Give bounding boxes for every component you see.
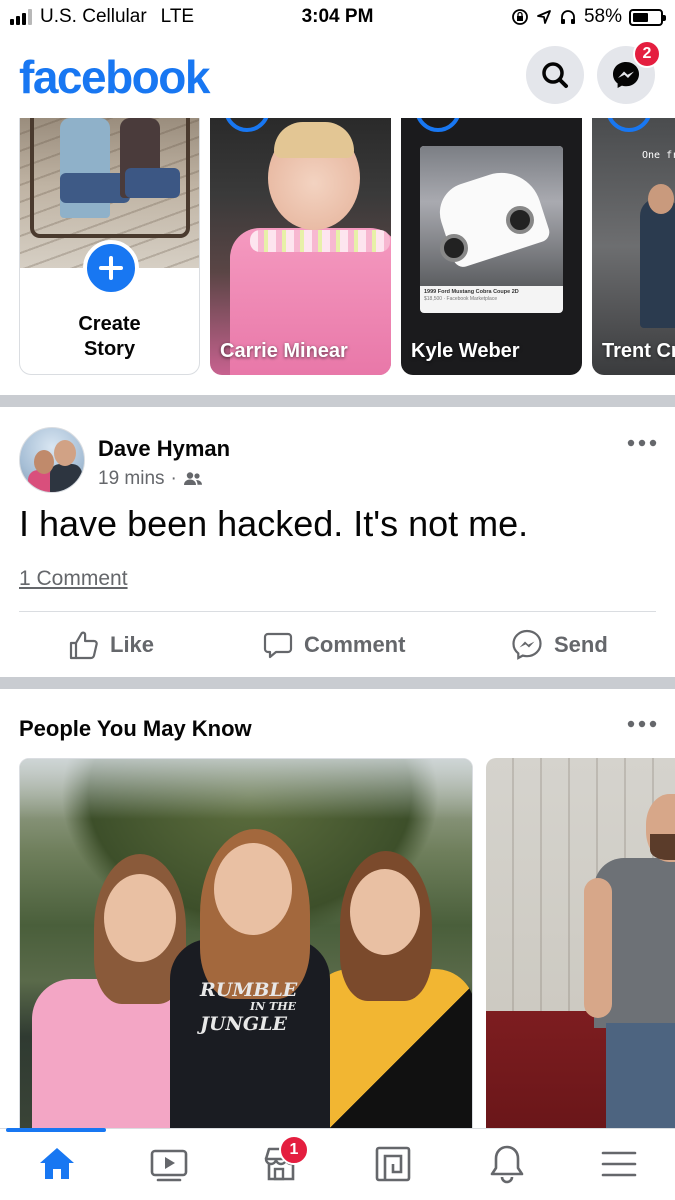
headphones-icon xyxy=(560,10,575,24)
comment-button[interactable]: Comment xyxy=(262,627,405,663)
story-avatar-ring xyxy=(224,118,270,132)
battery-icon xyxy=(629,8,666,26)
pymk-more-button[interactable] xyxy=(627,716,657,734)
shirt-text: JUNGLE xyxy=(200,1013,287,1035)
battery-percent: 58% xyxy=(583,6,622,27)
tab-marketplace[interactable]: 1 xyxy=(251,1135,311,1189)
location-icon xyxy=(537,10,551,24)
create-story-plus-icon[interactable] xyxy=(83,240,139,296)
create-story-card[interactable]: Create Story xyxy=(19,118,200,375)
post-time[interactable]: 19 mins xyxy=(98,468,165,490)
more-icon xyxy=(627,720,657,728)
story-card[interactable]: Carrie Minear xyxy=(210,118,391,375)
post-meta: 19 mins · xyxy=(98,468,203,490)
pymk-title: People You May Know xyxy=(19,716,252,741)
story-avatar-ring xyxy=(415,118,461,132)
stories-tray: Create Story Carrie Minear 1999 Ford Mus… xyxy=(0,118,675,394)
post-author[interactable]: Dave Hyman xyxy=(98,436,230,462)
watch-icon xyxy=(150,1149,188,1182)
like-button[interactable]: Like xyxy=(68,627,154,663)
marketplace-badge: 1 xyxy=(279,1135,309,1165)
story-name: Trent Cr xyxy=(602,340,675,362)
search-button[interactable] xyxy=(526,46,584,104)
messenger-button[interactable]: 2 xyxy=(597,40,661,104)
pages-icon xyxy=(375,1146,411,1182)
tab-pages[interactable] xyxy=(363,1139,423,1189)
feed-post: Dave Hyman 19 mins · I have been hacked.… xyxy=(0,407,675,677)
battery-fill xyxy=(633,12,649,22)
post-separator xyxy=(19,611,656,612)
more-icon xyxy=(627,439,657,447)
create-story-text: Create Story xyxy=(78,313,141,360)
shirt-print: RUMBLE IN THE JUNGLE xyxy=(200,979,297,1035)
story-card[interactable]: 1999 Ford Mustang Cobra Coupe 2D $18,500… xyxy=(401,118,582,375)
listing-title: 1999 Ford Mustang Cobra Coupe 2D xyxy=(424,289,519,295)
tab-notifications[interactable] xyxy=(477,1139,537,1189)
friends-icon xyxy=(183,472,202,485)
like-label: Like xyxy=(110,632,155,657)
meta-separator: · xyxy=(170,468,177,489)
story-name: Kyle Weber xyxy=(411,340,520,362)
tab-home[interactable] xyxy=(27,1139,87,1189)
feed-divider xyxy=(0,677,675,689)
comments-link[interactable]: 1 Comment xyxy=(19,567,128,591)
shirt-text: RUMBLE xyxy=(200,979,298,1001)
search-icon xyxy=(542,62,568,88)
story-card[interactable]: One fr Trent Cr xyxy=(592,118,675,375)
pymk-card[interactable] xyxy=(486,758,675,1130)
story-name: Carrie Minear xyxy=(220,340,348,362)
status-right: 58% xyxy=(511,6,666,28)
feed-divider xyxy=(0,395,675,407)
tab-menu[interactable] xyxy=(589,1139,649,1189)
status-bar: U.S. Cellular LTE 3:04 PM 58% xyxy=(0,0,675,36)
shirt-text: IN THE xyxy=(250,1000,296,1013)
send-button[interactable]: Send xyxy=(510,627,608,663)
messenger-icon xyxy=(512,629,542,660)
listing-price: $18,500 · Facebook Marketplace xyxy=(424,296,498,302)
post-text: I have been hacked. It's not me. xyxy=(19,503,529,544)
comment-label: Comment xyxy=(304,632,406,657)
home-icon xyxy=(40,1148,74,1179)
pymk-card[interactable]: RUMBLE IN THE JUNGLE xyxy=(19,758,473,1130)
post-more-button[interactable] xyxy=(627,435,657,453)
comment-icon xyxy=(263,632,293,659)
story-overlay-text: One fr xyxy=(642,150,675,161)
messenger-badge: 2 xyxy=(633,40,661,68)
notifications-icon xyxy=(490,1145,524,1184)
app-header: facebook 2 xyxy=(0,36,675,118)
menu-icon xyxy=(601,1151,637,1177)
like-icon xyxy=(69,631,98,660)
marketplace-share-card: 1999 Ford Mustang Cobra Coupe 2D $18,500… xyxy=(420,146,563,313)
facebook-logo[interactable]: facebook xyxy=(19,50,210,104)
avatar[interactable] xyxy=(19,427,85,493)
tab-watch[interactable] xyxy=(139,1139,199,1189)
lock-rotation-icon xyxy=(512,9,528,25)
story-avatar-ring xyxy=(606,118,652,132)
create-story-label: Create Story xyxy=(20,312,199,362)
bottom-tab-bar: 1 xyxy=(0,1128,675,1200)
active-tab-indicator xyxy=(6,1128,106,1132)
send-label: Send xyxy=(554,632,608,657)
